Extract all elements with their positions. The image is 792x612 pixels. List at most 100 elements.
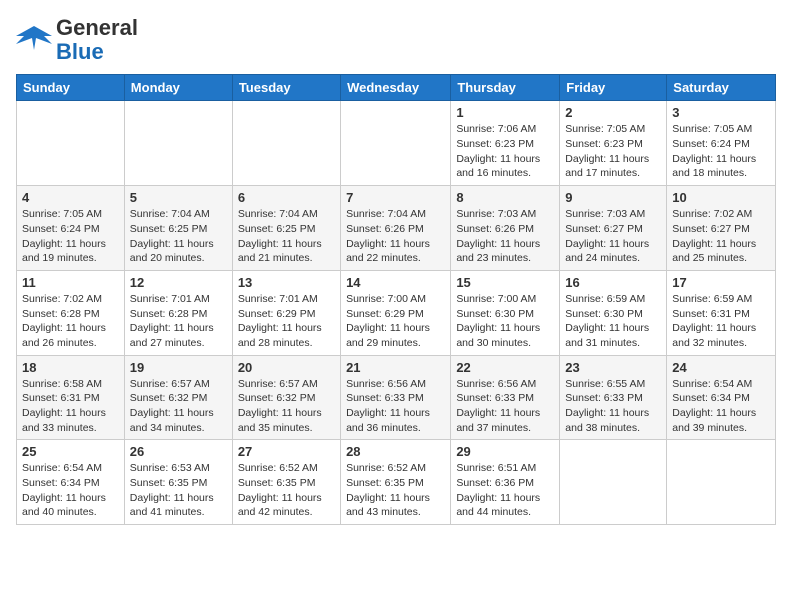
page-header: GeneralBlue	[16, 16, 776, 64]
calendar-cell	[560, 440, 667, 525]
calendar-cell: 10 Sunrise: 7:02 AM Sunset: 6:27 PM Dayli…	[667, 186, 776, 271]
day-info: Sunrise: 6:56 AM Sunset: 6:33 PM Dayligh…	[346, 377, 445, 436]
day-info: Sunrise: 6:59 AM Sunset: 6:30 PM Dayligh…	[565, 292, 661, 351]
logo-bird-icon	[16, 22, 52, 58]
calendar-cell: 16 Sunrise: 6:59 AM Sunset: 6:30 PM Dayli…	[560, 270, 667, 355]
weekday-header-tuesday: Tuesday	[232, 75, 340, 101]
day-number: 17	[672, 275, 770, 290]
week-row-2: 4 Sunrise: 7:05 AM Sunset: 6:24 PM Daylig…	[17, 186, 776, 271]
weekday-header-sunday: Sunday	[17, 75, 125, 101]
week-row-1: 1 Sunrise: 7:06 AM Sunset: 6:23 PM Daylig…	[17, 101, 776, 186]
calendar-cell: 13 Sunrise: 7:01 AM Sunset: 6:29 PM Dayli…	[232, 270, 340, 355]
logo-text: GeneralBlue	[56, 16, 138, 64]
calendar-table: SundayMondayTuesdayWednesdayThursdayFrid…	[16, 74, 776, 525]
day-number: 18	[22, 360, 119, 375]
day-info: Sunrise: 6:51 AM Sunset: 6:36 PM Dayligh…	[456, 461, 554, 520]
day-info: Sunrise: 7:03 AM Sunset: 6:27 PM Dayligh…	[565, 207, 661, 266]
day-number: 13	[238, 275, 335, 290]
day-number: 2	[565, 105, 661, 120]
day-number: 9	[565, 190, 661, 205]
day-number: 14	[346, 275, 445, 290]
calendar-cell	[341, 101, 451, 186]
calendar-cell: 24 Sunrise: 6:54 AM Sunset: 6:34 PM Dayli…	[667, 355, 776, 440]
day-info: Sunrise: 6:58 AM Sunset: 6:31 PM Dayligh…	[22, 377, 119, 436]
day-info: Sunrise: 7:02 AM Sunset: 6:28 PM Dayligh…	[22, 292, 119, 351]
logo: GeneralBlue	[16, 16, 138, 64]
day-info: Sunrise: 7:06 AM Sunset: 6:23 PM Dayligh…	[456, 122, 554, 181]
day-info: Sunrise: 7:04 AM Sunset: 6:25 PM Dayligh…	[238, 207, 335, 266]
day-number: 25	[22, 444, 119, 459]
day-number: 6	[238, 190, 335, 205]
day-number: 10	[672, 190, 770, 205]
day-info: Sunrise: 7:03 AM Sunset: 6:26 PM Dayligh…	[456, 207, 554, 266]
calendar-cell: 29 Sunrise: 6:51 AM Sunset: 6:36 PM Dayli…	[451, 440, 560, 525]
day-info: Sunrise: 6:57 AM Sunset: 6:32 PM Dayligh…	[238, 377, 335, 436]
calendar-cell: 3 Sunrise: 7:05 AM Sunset: 6:24 PM Daylig…	[667, 101, 776, 186]
day-info: Sunrise: 7:00 AM Sunset: 6:30 PM Dayligh…	[456, 292, 554, 351]
day-number: 28	[346, 444, 445, 459]
calendar-cell: 21 Sunrise: 6:56 AM Sunset: 6:33 PM Dayli…	[341, 355, 451, 440]
day-number: 26	[130, 444, 227, 459]
day-number: 15	[456, 275, 554, 290]
calendar-cell: 14 Sunrise: 7:00 AM Sunset: 6:29 PM Dayli…	[341, 270, 451, 355]
day-info: Sunrise: 6:59 AM Sunset: 6:31 PM Dayligh…	[672, 292, 770, 351]
day-info: Sunrise: 6:54 AM Sunset: 6:34 PM Dayligh…	[672, 377, 770, 436]
calendar-cell: 25 Sunrise: 6:54 AM Sunset: 6:34 PM Dayli…	[17, 440, 125, 525]
calendar-cell: 5 Sunrise: 7:04 AM Sunset: 6:25 PM Daylig…	[124, 186, 232, 271]
day-number: 12	[130, 275, 227, 290]
weekday-header-saturday: Saturday	[667, 75, 776, 101]
day-number: 5	[130, 190, 227, 205]
week-row-5: 25 Sunrise: 6:54 AM Sunset: 6:34 PM Dayli…	[17, 440, 776, 525]
day-number: 19	[130, 360, 227, 375]
day-info: Sunrise: 6:55 AM Sunset: 6:33 PM Dayligh…	[565, 377, 661, 436]
day-number: 7	[346, 190, 445, 205]
calendar-cell: 4 Sunrise: 7:05 AM Sunset: 6:24 PM Daylig…	[17, 186, 125, 271]
calendar-cell: 7 Sunrise: 7:04 AM Sunset: 6:26 PM Daylig…	[341, 186, 451, 271]
calendar-cell	[17, 101, 125, 186]
day-number: 11	[22, 275, 119, 290]
day-info: Sunrise: 6:54 AM Sunset: 6:34 PM Dayligh…	[22, 461, 119, 520]
weekday-header-monday: Monday	[124, 75, 232, 101]
day-info: Sunrise: 7:05 AM Sunset: 6:24 PM Dayligh…	[672, 122, 770, 181]
day-number: 16	[565, 275, 661, 290]
day-number: 21	[346, 360, 445, 375]
calendar-cell: 6 Sunrise: 7:04 AM Sunset: 6:25 PM Daylig…	[232, 186, 340, 271]
weekday-header-friday: Friday	[560, 75, 667, 101]
calendar-cell: 11 Sunrise: 7:02 AM Sunset: 6:28 PM Dayli…	[17, 270, 125, 355]
day-info: Sunrise: 6:53 AM Sunset: 6:35 PM Dayligh…	[130, 461, 227, 520]
day-info: Sunrise: 7:04 AM Sunset: 6:26 PM Dayligh…	[346, 207, 445, 266]
calendar-cell: 12 Sunrise: 7:01 AM Sunset: 6:28 PM Dayli…	[124, 270, 232, 355]
day-number: 8	[456, 190, 554, 205]
day-info: Sunrise: 7:01 AM Sunset: 6:29 PM Dayligh…	[238, 292, 335, 351]
day-info: Sunrise: 7:04 AM Sunset: 6:25 PM Dayligh…	[130, 207, 227, 266]
calendar-cell	[232, 101, 340, 186]
calendar-cell: 20 Sunrise: 6:57 AM Sunset: 6:32 PM Dayli…	[232, 355, 340, 440]
day-number: 22	[456, 360, 554, 375]
day-info: Sunrise: 6:57 AM Sunset: 6:32 PM Dayligh…	[130, 377, 227, 436]
week-row-3: 11 Sunrise: 7:02 AM Sunset: 6:28 PM Dayli…	[17, 270, 776, 355]
day-info: Sunrise: 7:00 AM Sunset: 6:29 PM Dayligh…	[346, 292, 445, 351]
calendar-cell: 22Sunrise: 6:56 AM Sunset: 6:33 PM Dayli…	[451, 355, 560, 440]
calendar-cell: 8 Sunrise: 7:03 AM Sunset: 6:26 PM Daylig…	[451, 186, 560, 271]
calendar-cell: 1 Sunrise: 7:06 AM Sunset: 6:23 PM Daylig…	[451, 101, 560, 186]
calendar-cell: 9 Sunrise: 7:03 AM Sunset: 6:27 PM Daylig…	[560, 186, 667, 271]
day-info: Sunrise: 7:02 AM Sunset: 6:27 PM Dayligh…	[672, 207, 770, 266]
day-info: Sunrise: 7:05 AM Sunset: 6:24 PM Dayligh…	[22, 207, 119, 266]
calendar-cell: 28Sunrise: 6:52 AM Sunset: 6:35 PM Dayli…	[341, 440, 451, 525]
day-number: 4	[22, 190, 119, 205]
day-number: 3	[672, 105, 770, 120]
calendar-cell: 17 Sunrise: 6:59 AM Sunset: 6:31 PM Dayli…	[667, 270, 776, 355]
day-number: 20	[238, 360, 335, 375]
day-number: 29	[456, 444, 554, 459]
day-info: Sunrise: 7:01 AM Sunset: 6:28 PM Dayligh…	[130, 292, 227, 351]
day-info: Sunrise: 7:05 AM Sunset: 6:23 PM Dayligh…	[565, 122, 661, 181]
calendar-cell: 26 Sunrise: 6:53 AM Sunset: 6:35 PM Dayli…	[124, 440, 232, 525]
weekday-header-thursday: Thursday	[451, 75, 560, 101]
calendar-cell	[667, 440, 776, 525]
day-number: 24	[672, 360, 770, 375]
day-number: 27	[238, 444, 335, 459]
day-info: Sunrise: 6:52 AM Sunset: 6:35 PM Dayligh…	[238, 461, 335, 520]
calendar-cell: 19 Sunrise: 6:57 AM Sunset: 6:32 PM Dayli…	[124, 355, 232, 440]
calendar-cell: 15 Sunrise: 7:00 AM Sunset: 6:30 PM Dayli…	[451, 270, 560, 355]
day-number: 1	[456, 105, 554, 120]
